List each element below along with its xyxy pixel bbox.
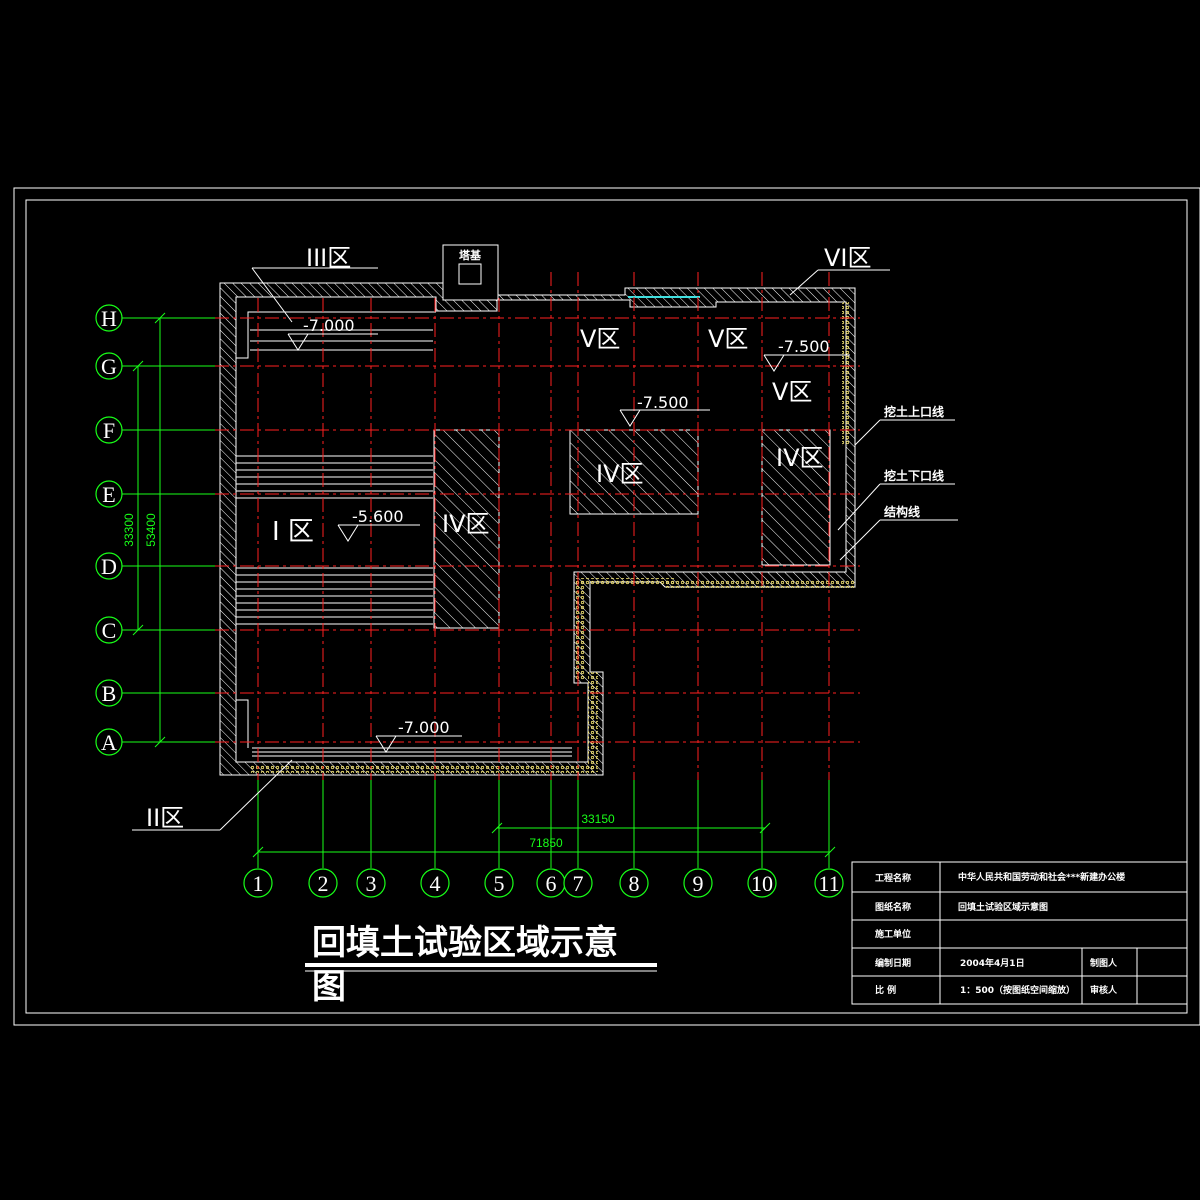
zone-5-label-c: V区 bbox=[772, 378, 812, 406]
row-axis-G: G bbox=[95, 352, 123, 380]
tb-drawing-label: 图纸名称 bbox=[875, 901, 911, 913]
callout-structure: 结构线 bbox=[884, 504, 920, 519]
col-axis-label: 1 bbox=[253, 871, 264, 896]
col-axis-5: 5 bbox=[484, 868, 514, 898]
col-axis-1: 1 bbox=[243, 868, 273, 898]
row-axis-label: B bbox=[102, 681, 117, 706]
col-axis-7: 7 bbox=[563, 868, 593, 898]
col-axis-6: 6 bbox=[536, 868, 566, 898]
column-axis-bubbles: 1 2 3 4 5 6 7 8 9 10 11 bbox=[243, 868, 844, 898]
tower-label: 塔基 bbox=[459, 248, 482, 262]
tb-scale-label: 比 例 bbox=[875, 984, 896, 996]
dim-horizontal-inner: 33150 bbox=[581, 812, 615, 826]
col-axis-8: 8 bbox=[619, 868, 649, 898]
callout-leaders bbox=[837, 419, 958, 561]
tb-drawing-value: 回填土试验区域示意图 bbox=[958, 901, 1048, 913]
title-line-2: 图 bbox=[312, 967, 346, 1007]
col-axis-11: 11 bbox=[814, 868, 844, 898]
tb-unit-label: 施工单位 bbox=[875, 928, 911, 940]
col-axis-label: 7 bbox=[573, 871, 584, 896]
row-axis-label: A bbox=[101, 730, 117, 755]
col-axis-label: 8 bbox=[629, 871, 640, 896]
tb-date-label: 编制日期 bbox=[875, 957, 911, 969]
dim-vertical-inner: 33300 bbox=[122, 513, 136, 547]
elevation-5: -7.000 bbox=[398, 718, 450, 737]
row-axis-A: A bbox=[95, 728, 123, 756]
row-axis-label: G bbox=[101, 354, 117, 379]
dim-vertical-outer: 53400 bbox=[144, 513, 158, 547]
col-axis-10: 10 bbox=[747, 868, 777, 898]
excavation-wall bbox=[219, 282, 856, 776]
col-axis-label: 10 bbox=[751, 871, 773, 896]
zone-5-label-a: V区 bbox=[580, 325, 620, 353]
elevation-2: -7.500 bbox=[637, 393, 689, 412]
outer-frame bbox=[13, 187, 1200, 1026]
zone-5-label-b: V区 bbox=[708, 325, 748, 353]
row-axis-B: B bbox=[95, 679, 123, 707]
elevation-4: -5.600 bbox=[352, 507, 404, 526]
dim-horizontal-outer: 71850 bbox=[529, 836, 563, 850]
zone-6-label: VI区 bbox=[824, 244, 872, 272]
col-axis-4: 4 bbox=[420, 868, 450, 898]
row-axis-label: C bbox=[102, 618, 117, 643]
row-axis-F: F bbox=[95, 416, 123, 444]
row-axis-label: F bbox=[103, 418, 115, 443]
title-line-1: 回填土试验区域示意 bbox=[312, 923, 618, 963]
cad-drawing: 塔基 HG F E D C BA 1 2 3 4 5 6 7 8 9 10 11 33300 53400 33… bbox=[13, 187, 1200, 1026]
tb-reviewer-label: 审核人 bbox=[1090, 984, 1118, 996]
tb-scale-value: 1：500（按图纸空间缩放） bbox=[960, 984, 1075, 996]
tb-drafter-label: 制图人 bbox=[1090, 957, 1118, 969]
col-axis-label: 2 bbox=[318, 871, 329, 896]
col-axis-label: 4 bbox=[430, 871, 441, 896]
tower-base: 塔基 bbox=[442, 244, 499, 301]
col-axis-2: 2 bbox=[308, 868, 338, 898]
callout-dig-top: 挖土上口线 bbox=[884, 404, 944, 419]
col-axis-label: 3 bbox=[366, 871, 377, 896]
row-axis-label: H bbox=[101, 306, 117, 331]
row-axis-E: E bbox=[95, 480, 123, 508]
tb-project-value: 中华人民共和国劳动和社会***新建办公楼 bbox=[958, 871, 1125, 883]
zone-4-label-b: IV区 bbox=[596, 460, 644, 488]
zone-2-label: II区 bbox=[146, 804, 184, 832]
tb-project-label: 工程名称 bbox=[875, 872, 911, 884]
inner-frame bbox=[25, 199, 1188, 1014]
row-axis-C: C bbox=[95, 616, 123, 644]
row-axis-label: E bbox=[102, 482, 115, 507]
zone-4-label-a: IV区 bbox=[442, 510, 490, 538]
elevation-3: -7.500 bbox=[778, 337, 830, 356]
col-axis-label: 11 bbox=[818, 871, 839, 896]
row-axis-label: D bbox=[101, 554, 117, 579]
col-axis-3: 3 bbox=[356, 868, 386, 898]
title-underline-thick bbox=[305, 963, 657, 967]
callout-dig-bottom: 挖土下口线 bbox=[884, 468, 944, 483]
elevation-1: -7.000 bbox=[303, 316, 355, 335]
row-axis-H: H bbox=[95, 304, 123, 332]
row-axis-bubbles: HG F E D C BA bbox=[95, 304, 123, 756]
zone-1-label: I 区 bbox=[272, 517, 314, 547]
tb-date-value: 2004年4月1日 bbox=[960, 957, 1025, 969]
zone-4-label-c: IV区 bbox=[776, 444, 824, 472]
col-axis-label: 9 bbox=[693, 871, 704, 896]
col-axis-9: 9 bbox=[683, 868, 713, 898]
row-axis-D: D bbox=[95, 552, 123, 580]
col-axis-label: 5 bbox=[494, 871, 505, 896]
col-axis-label: 6 bbox=[546, 871, 557, 896]
